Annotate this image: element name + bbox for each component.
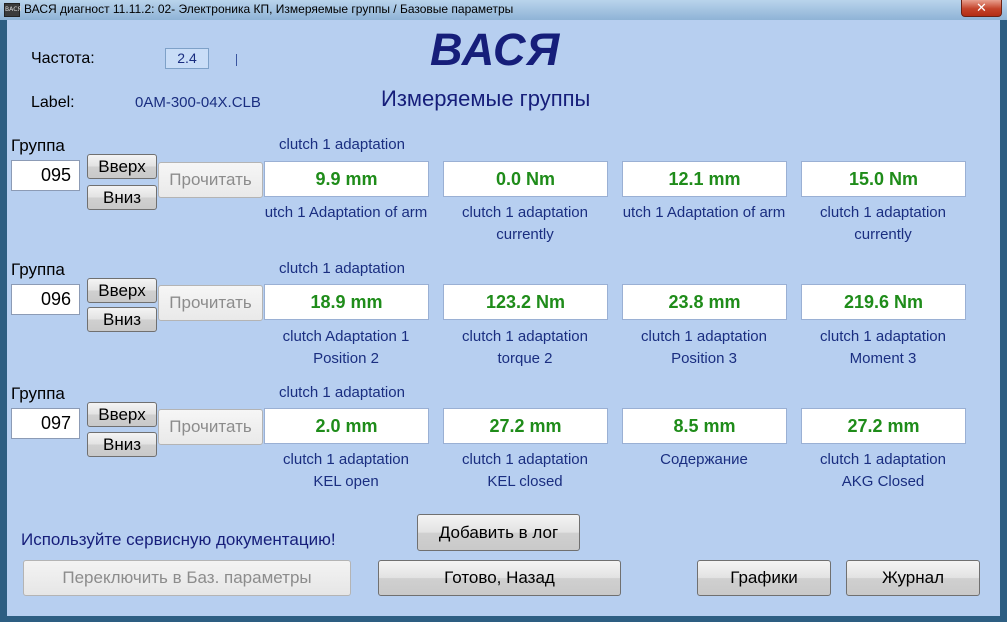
- field-description-2: clutch 1 adaptation KEL closed: [435, 449, 615, 493]
- main-panel: Частота: 2.4 Label: 0AM-300-04X.CLB ВАСЯ…: [7, 20, 1000, 616]
- group-caption: clutch 1 adaptation: [279, 136, 405, 153]
- app-icon: ВАСЯ: [4, 3, 22, 17]
- field-description-line: Содержание: [660, 451, 748, 468]
- field-value-2: 0.0 Nm: [443, 161, 608, 197]
- done-back-button[interactable]: Готово, Назад: [378, 560, 621, 596]
- field-description-line: KEL open: [313, 473, 379, 490]
- add-to-log-button[interactable]: Добавить в лог: [417, 514, 580, 551]
- field-description-line: Moment 3: [849, 350, 917, 367]
- group-label: Группа: [11, 384, 65, 403]
- group-up-button[interactable]: Вверх: [87, 154, 157, 179]
- frequency-value: 2.4: [165, 48, 209, 69]
- frequency-indicator: [236, 54, 237, 66]
- title-bar[interactable]: ВАСЯ ВАСЯ диагност 11.11.2: 02- Электрон…: [0, 0, 1007, 20]
- field-description-4: clutch 1 adaptation Moment 3: [793, 326, 973, 370]
- field-value-4: 27.2 mm: [801, 408, 966, 444]
- field-description-3: utch 1 Adaptation of arm: [614, 202, 794, 224]
- label-file-value: 0AM-300-04X.CLB: [135, 94, 261, 111]
- field-description-line: Position 2: [313, 350, 379, 367]
- service-docs-hint: Используйте сервисную документацию!: [21, 530, 336, 549]
- field-description-line: clutch Adaptation 1: [282, 328, 410, 345]
- read-button[interactable]: Прочитать: [158, 285, 263, 321]
- app-logo: ВАСЯ: [430, 24, 561, 75]
- frequency-label: Частота:: [31, 50, 95, 67]
- group-label: Группа: [11, 136, 65, 155]
- field-description-1: utch 1 Adaptation of arm: [256, 202, 436, 224]
- field-value-4: 219.6 Nm: [801, 284, 966, 320]
- field-description-4: clutch 1 adaptation currently: [793, 202, 973, 246]
- page-title: Измеряемые группы: [381, 86, 591, 111]
- field-description-line: KEL closed: [487, 473, 563, 490]
- field-description-2: clutch 1 adaptation currently: [435, 202, 615, 246]
- field-value-1: 9.9 mm: [264, 161, 429, 197]
- group-label: Группа: [11, 260, 65, 279]
- field-value-2: 123.2 Nm: [443, 284, 608, 320]
- read-button[interactable]: Прочитать: [158, 162, 263, 198]
- close-button[interactable]: ✕: [961, 0, 1002, 17]
- field-description-4: clutch 1 adaptation AKG Closed: [793, 449, 973, 493]
- field-value-3: 8.5 mm: [622, 408, 787, 444]
- field-value-1: 2.0 mm: [264, 408, 429, 444]
- field-description-line: currently: [854, 226, 912, 243]
- field-description-3: clutch 1 adaptation Position 3: [614, 326, 794, 370]
- group-number-input[interactable]: 096: [11, 284, 80, 315]
- label-caption: Label:: [31, 94, 75, 111]
- field-value-4: 15.0 Nm: [801, 161, 966, 197]
- field-description-line: clutch 1 adaptation: [462, 328, 588, 345]
- group-up-button[interactable]: Вверх: [87, 402, 157, 427]
- graphs-button[interactable]: Графики: [697, 560, 831, 596]
- field-description-line: clutch 1 adaptation: [820, 204, 946, 221]
- window-title: ВАСЯ диагност 11.11.2: 02- Электроника К…: [24, 2, 514, 16]
- field-description-2: clutch 1 adaptation torque 2: [435, 326, 615, 370]
- field-description-line: Position 3: [671, 350, 737, 367]
- field-description-line: currently: [496, 226, 554, 243]
- field-description-3: Содержание: [614, 449, 794, 471]
- group-down-button[interactable]: Вниз: [87, 432, 157, 457]
- field-description-line: AKG Closed: [841, 473, 925, 490]
- group-caption: clutch 1 adaptation: [279, 260, 405, 277]
- field-description-line: clutch 1 adaptation: [820, 451, 946, 468]
- field-description-1: clutch 1 adaptation KEL open: [256, 449, 436, 493]
- field-description-line: utch 1 Adaptation of arm: [622, 204, 786, 221]
- group-up-button[interactable]: Вверх: [87, 278, 157, 303]
- field-description-line: utch 1 Adaptation of arm: [264, 204, 428, 221]
- field-value-1: 18.9 mm: [264, 284, 429, 320]
- read-button[interactable]: Прочитать: [158, 409, 263, 445]
- group-caption: clutch 1 adaptation: [279, 384, 405, 401]
- field-description-line: clutch 1 adaptation: [641, 328, 767, 345]
- field-value-2: 27.2 mm: [443, 408, 608, 444]
- field-value-3: 12.1 mm: [622, 161, 787, 197]
- group-number-input[interactable]: 095: [11, 160, 80, 191]
- field-value-3: 23.8 mm: [622, 284, 787, 320]
- close-icon: ✕: [976, 0, 987, 15]
- field-description-line: torque 2: [497, 350, 553, 367]
- group-number-input[interactable]: 097: [11, 408, 80, 439]
- field-description-1: clutch Adaptation 1 Position 2: [256, 326, 436, 370]
- group-down-button[interactable]: Вниз: [87, 307, 157, 332]
- switch-basic-params-button[interactable]: Переключить в Баз. параметры: [23, 560, 351, 596]
- journal-button[interactable]: Журнал: [846, 560, 980, 596]
- field-description-line: clutch 1 adaptation: [820, 328, 946, 345]
- group-down-button[interactable]: Вниз: [87, 185, 157, 210]
- field-description-line: clutch 1 adaptation: [462, 451, 588, 468]
- field-description-line: clutch 1 adaptation: [462, 204, 588, 221]
- field-description-line: clutch 1 adaptation: [283, 451, 409, 468]
